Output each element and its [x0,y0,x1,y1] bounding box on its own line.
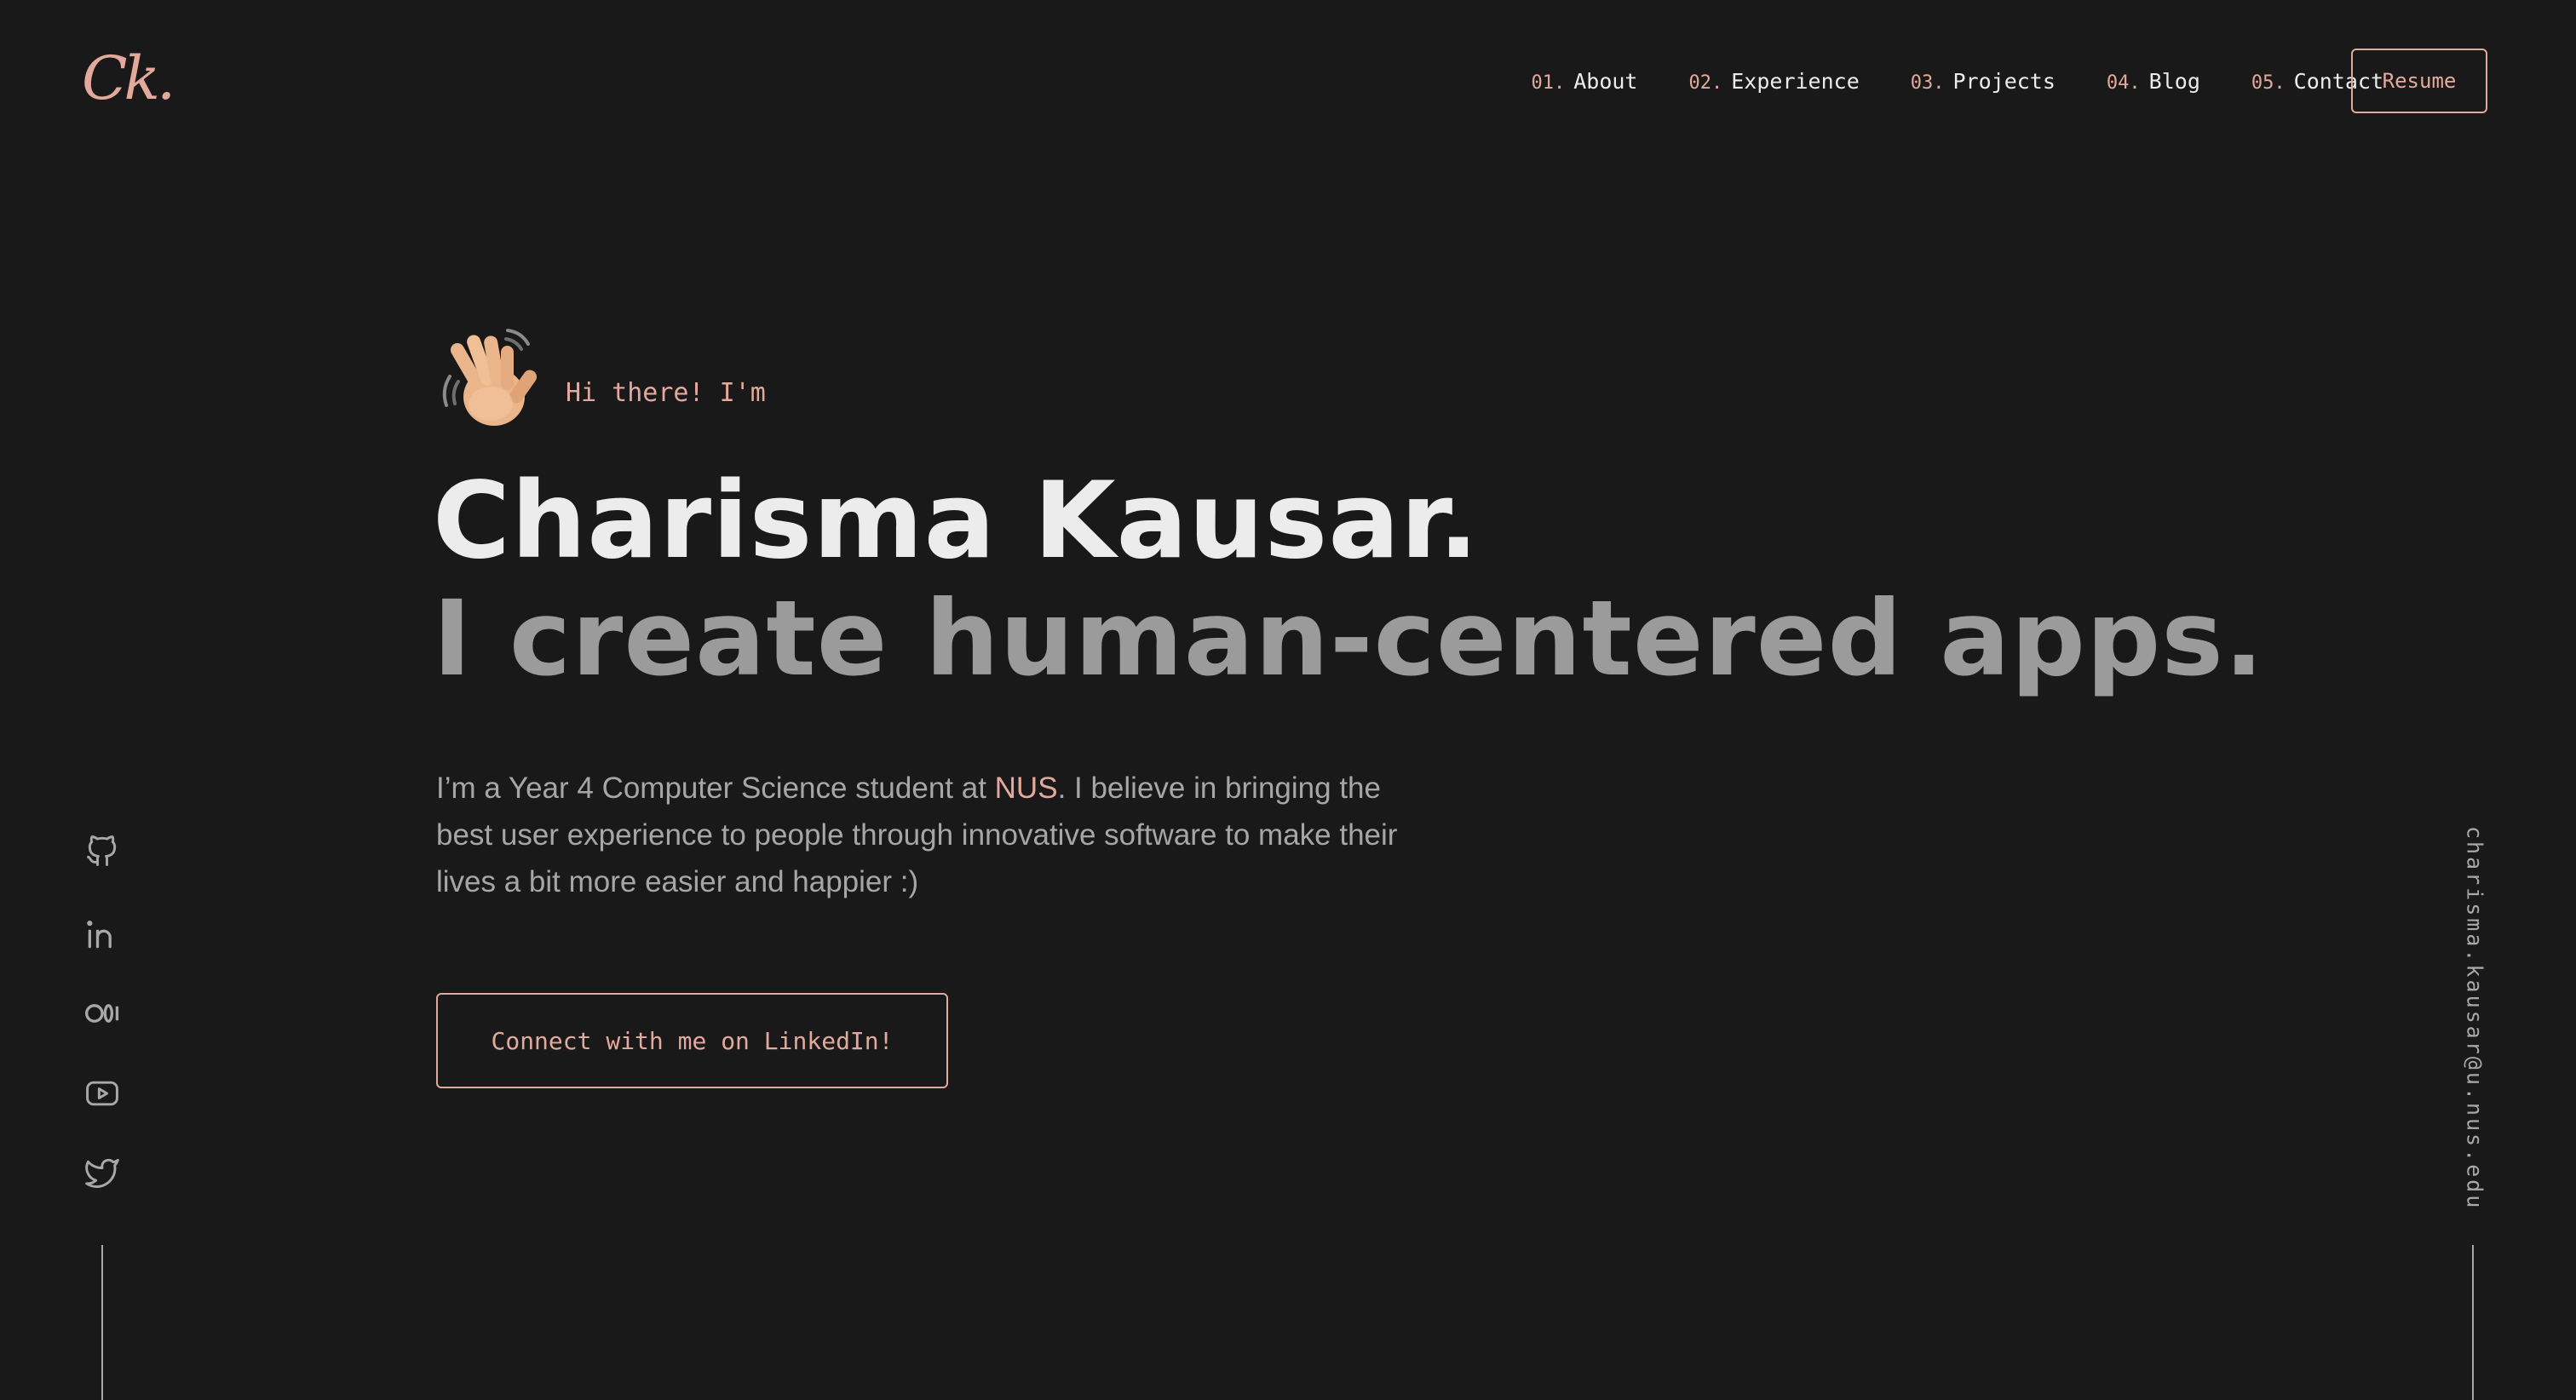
hero-tagline: I create human-centered apps. [433,578,2265,699]
nav-number: 03. [1910,72,1945,94]
youtube-icon[interactable] [82,1073,123,1114]
hero-name: Charisma Kausar. [433,460,1480,582]
nus-link[interactable]: NUS [995,772,1058,805]
nav-number: 05. [2251,72,2286,94]
email-link[interactable]: charisma.kausar@u.nus.edu [2463,826,2487,1210]
github-icon[interactable] [82,830,123,871]
medium-icon[interactable] [82,993,123,1034]
linkedin-connect-button[interactable]: Connect with me on LinkedIn! [436,993,948,1088]
main-nav: 01. About 02. Experience 03. Projects 04. Bl… [1531,66,2383,99]
nav-label: Experience [1731,69,1860,94]
linkedin-icon[interactable] [82,914,123,955]
nav-label: Blog [2148,69,2200,94]
nav-item-projects[interactable]: 03. Projects [1911,66,2056,99]
nav-item-blog[interactable]: 04. Blog [2107,66,2200,99]
nav-number: 04. [2106,72,2141,94]
nav-label: About [1573,69,1638,94]
resume-button[interactable]: Resume [2351,49,2487,113]
waving-hand-icon [434,324,545,434]
right-divider-line [2472,1245,2474,1400]
nav-label: Projects [1952,69,2056,94]
nav-number: 02. [1688,72,1723,94]
nav-item-about[interactable]: 01. About [1531,66,1637,99]
left-divider-line [101,1245,103,1400]
nav-number: 01. [1531,72,1566,94]
nav-item-experience[interactable]: 02. Experience [1688,66,1859,99]
bio-text: I’m a Year 4 Computer Science student at [436,772,995,805]
twitter-icon[interactable] [82,1152,123,1193]
site-logo[interactable]: Ck. [82,44,175,112]
greeting-text: Hi there! I'm [566,378,766,408]
hero-bio: I’m a Year 4 Computer Science student at… [436,765,1399,905]
